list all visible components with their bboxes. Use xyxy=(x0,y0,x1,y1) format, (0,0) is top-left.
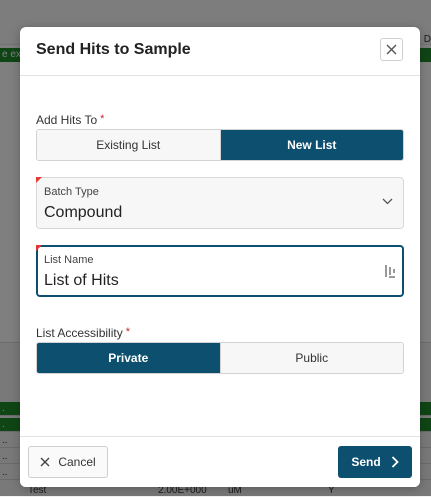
add-hits-to-label-text: Add Hits To xyxy=(36,113,98,127)
chevron-down-icon xyxy=(382,198,393,205)
cancel-label: Cancel xyxy=(58,455,96,469)
dialog-footer: Cancel Send xyxy=(20,436,420,487)
list-name-value: List of Hits xyxy=(44,272,119,289)
required-mark: * xyxy=(125,326,130,338)
batch-type-select[interactable]: Batch Type Compound xyxy=(36,177,404,229)
required-mark: * xyxy=(100,113,105,125)
new-list-option[interactable]: New List xyxy=(219,130,403,160)
list-name-label: List Name xyxy=(44,254,94,266)
dialog-header: Send Hits to Sample xyxy=(20,27,420,76)
close-button[interactable] xyxy=(380,38,403,61)
send-hits-dialog: Send Hits to Sample Add Hits To * Existin… xyxy=(20,27,420,487)
close-icon xyxy=(386,44,397,55)
required-flag-icon xyxy=(36,245,42,251)
send-button[interactable]: Send xyxy=(338,446,412,478)
close-icon xyxy=(40,457,50,467)
public-option[interactable]: Public xyxy=(219,343,403,373)
required-flag-icon xyxy=(36,177,42,183)
list-name-input[interactable]: List Name List of Hits xyxy=(36,245,404,297)
existing-list-option[interactable]: Existing List xyxy=(37,130,220,160)
add-hits-to-label: Add Hits To * xyxy=(36,113,104,127)
list-accessibility-label-text: List Accessibility xyxy=(36,326,123,340)
list-accessibility-label: List Accessibility * xyxy=(36,326,130,340)
send-label: Send xyxy=(351,455,381,469)
private-option[interactable]: Private xyxy=(37,343,220,373)
batch-type-value: Compound xyxy=(44,204,123,221)
cancel-button[interactable]: Cancel xyxy=(28,446,108,478)
list-accessibility-toggle: Private Public xyxy=(36,342,404,374)
batch-type-label: Batch Type xyxy=(44,186,99,198)
dialog-title: Send Hits to Sample xyxy=(36,41,191,58)
password-manager-icon[interactable] xyxy=(384,263,398,279)
add-hits-to-toggle: Existing List New List xyxy=(36,129,404,161)
chevron-right-icon xyxy=(391,456,399,468)
